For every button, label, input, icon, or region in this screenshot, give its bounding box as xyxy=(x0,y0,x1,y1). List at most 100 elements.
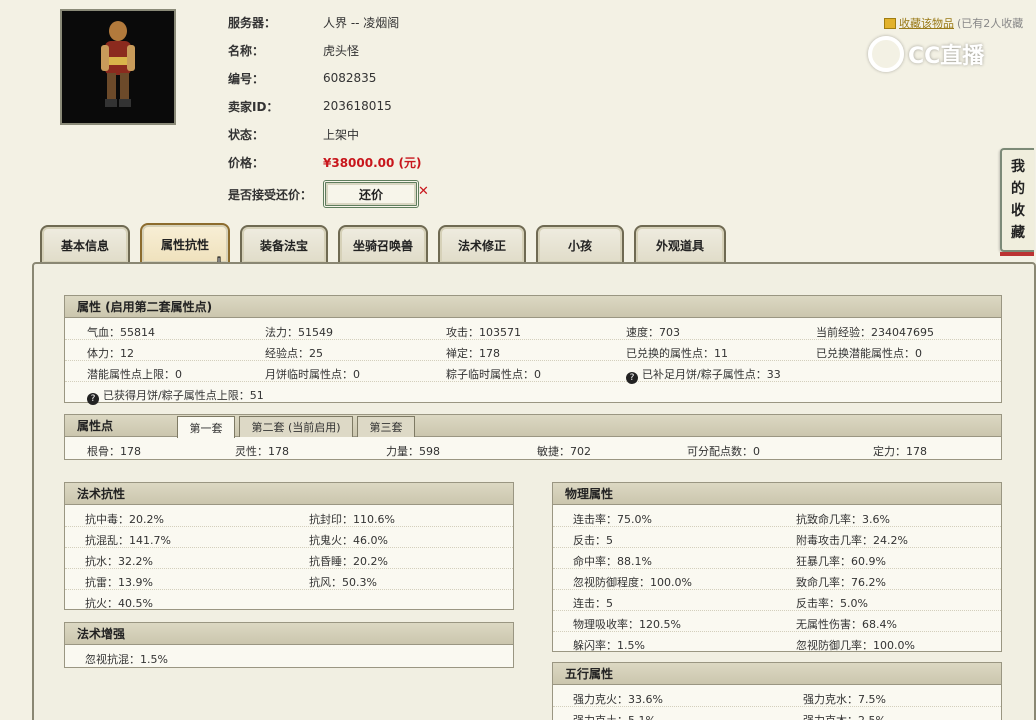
combo-rate: 连击率：75.0% xyxy=(573,513,652,526)
bargain-close-icon[interactable]: ✕ xyxy=(418,184,429,199)
status-label: 状态： xyxy=(228,127,265,142)
exp-points-value: 经验点：25 xyxy=(265,347,323,360)
bargain-button[interactable]: 还价 xyxy=(323,180,419,208)
resist-poison: 抗中毒：20.2% xyxy=(85,513,164,526)
strong-vs-fire: 强力克火：33.6% xyxy=(573,693,663,706)
help-icon[interactable]: ? xyxy=(626,372,638,384)
subtab-set-1[interactable]: 第一套 xyxy=(177,416,235,438)
potential-cap-value: 潜能属性点上限：0 xyxy=(87,368,182,381)
supplemented-points-value: 已补足月饼/粽子属性点：33 xyxy=(642,368,781,381)
physical-absorb-rate: 物理吸收率：120.5% xyxy=(573,618,681,631)
resist-wind: 抗风：50.3% xyxy=(309,576,377,589)
resist-water: 抗水：32.2% xyxy=(85,555,153,568)
status-value: 上架中 xyxy=(323,127,360,142)
help-icon[interactable]: ? xyxy=(87,393,99,405)
favorite-folder-icon xyxy=(884,17,896,29)
character-portrait xyxy=(60,9,176,125)
name-row: 名称： 虎头怪 xyxy=(228,40,359,60)
exchanged-potential-value: 已兑换潜能属性点：0 xyxy=(816,347,922,360)
resist-confusion: 抗混乱：141.7% xyxy=(85,534,171,547)
bargain-label: 是否接受还价： xyxy=(228,187,313,202)
favorite-link-text[interactable]: 收藏该物品 xyxy=(899,15,954,31)
server-label: 服务器： xyxy=(228,15,277,30)
counter: 反击：5 xyxy=(573,534,613,547)
ignore-defense-chance: 忽视防御几率：100.0% xyxy=(796,639,915,652)
hp-value: 气血：55814 xyxy=(87,326,155,339)
supplemented-points-row: ? 已补足月饼/粽子属性点：33 xyxy=(626,366,781,384)
resist-ghost-fire: 抗鬼火：46.0% xyxy=(309,534,388,547)
physical-title: 物理属性 xyxy=(553,483,1001,505)
seller-id-label: 卖家ID： xyxy=(228,99,279,114)
exchanged-points-value: 已兑换的属性点：11 xyxy=(626,347,728,360)
counter-rate: 反击率：5.0% xyxy=(796,597,868,610)
stamina-value: 体力：12 xyxy=(87,347,134,360)
spell-enhance-title: 法术增强 xyxy=(65,623,513,645)
resist-sleep: 抗昏睡：20.2% xyxy=(309,555,388,568)
current-exp-value: 当前经验：234047695 xyxy=(816,326,934,339)
character-figure-icon xyxy=(101,21,135,107)
number-row: 编号： 6082835 xyxy=(228,68,376,88)
tab-basic-info[interactable]: 基本信息 xyxy=(40,225,130,263)
focus-value: 定力：178 xyxy=(873,445,927,458)
resist-thunder: 抗雷：13.9% xyxy=(85,576,153,589)
anti-critical-chance: 抗致命几率：3.6% xyxy=(796,513,890,526)
ignore-defense-degree: 忽视防御程度：100.0% xyxy=(573,576,692,589)
server-value: 人界 -- 凌烟阁 xyxy=(323,15,400,30)
favorite-count: (已有2人收藏 xyxy=(957,17,1024,30)
agility-value: 敏捷：702 xyxy=(537,445,591,458)
rage-chance: 狂暴几率：60.9% xyxy=(796,555,886,568)
speed-value: 速度：703 xyxy=(626,326,680,339)
subtab-set-2[interactable]: 第二套 (当前启用) xyxy=(239,416,353,437)
five-elements-title: 五行属性 xyxy=(553,663,1001,685)
physical-box: 物理属性 连击率：75.0% 反击：5 命中率：88.1% 忽视防御程度：100… xyxy=(552,482,1002,652)
attack-value: 攻击：103571 xyxy=(446,326,521,339)
cc-logo-icon xyxy=(868,36,904,72)
seller-id-row: 卖家ID： 203618015 xyxy=(228,96,392,116)
seller-id-value: 203618015 xyxy=(323,99,392,113)
ignore-confusion-resist: 忽视抗混：1.5% xyxy=(85,653,168,666)
poison-attack-chance: 附毒攻击几率：24.2% xyxy=(796,534,908,547)
bargain-row: 是否接受还价： 还价 ✕ xyxy=(228,180,488,208)
attributes-panel: 属性 (启用第二套属性点) 气血：55814 法力：51549 攻击：10357… xyxy=(32,262,1036,720)
hit-rate: 命中率：88.1% xyxy=(573,555,652,568)
zongzi-temp-value: 粽子临时属性点：0 xyxy=(446,368,541,381)
tab-mount-summon[interactable]: 坐骑召唤兽 xyxy=(338,225,428,263)
critical-chance: 致命几率：76.2% xyxy=(796,576,886,589)
price-label: 价格： xyxy=(228,155,265,170)
obtained-cap-value: 已获得月饼/粽子属性点上限：51 xyxy=(103,389,264,402)
attributes-box: 属性 (启用第二套属性点) 气血：55814 法力：51549 攻击：10357… xyxy=(64,295,1002,405)
name-label: 名称： xyxy=(228,43,265,58)
side-tab-my-favorites[interactable]: 我的收藏 xyxy=(1000,148,1034,256)
number-label: 编号： xyxy=(228,71,265,86)
spell-resist-box: 法术抗性 抗中毒：20.2% 抗混乱：141.7% 抗水：32.2% 抗雷：13… xyxy=(64,482,514,610)
mp-value: 法力：51549 xyxy=(265,326,333,339)
price-value: ¥38000.00 (元) xyxy=(323,155,422,170)
watermark-text: CC直播 xyxy=(908,44,985,69)
attribute-points-box: 属性点 第一套 第二套 (当前启用) 第三套 根骨：178 灵性：178 力量：… xyxy=(64,414,1002,460)
cc-live-watermark: CC直播 xyxy=(868,36,984,72)
price-row: 价格： ¥38000.00 (元) xyxy=(228,152,422,172)
strength-value: 力量：598 xyxy=(386,445,440,458)
root-bone-value: 根骨：178 xyxy=(87,445,141,458)
number-value: 6082835 xyxy=(323,71,377,85)
resist-fire: 抗火：40.5% xyxy=(85,597,153,610)
favorite-link[interactable]: 收藏该物品 (已有2人收藏 xyxy=(884,15,1023,31)
obtained-cap-row: ? 已获得月饼/粽子属性点上限：51 xyxy=(87,387,264,405)
spell-resist-title: 法术抗性 xyxy=(65,483,513,505)
spirit-value: 灵性：178 xyxy=(235,445,289,458)
non-attribute-damage: 无属性伤害：68.4% xyxy=(796,618,897,631)
resist-seal: 抗封印：110.6% xyxy=(309,513,395,526)
tab-equipment[interactable]: 装备法宝 xyxy=(240,225,328,263)
assignable-points-value: 可分配点数：0 xyxy=(687,445,760,458)
dodge-rate: 躲闪率：1.5% xyxy=(573,639,645,652)
subtab-set-3[interactable]: 第三套 xyxy=(357,416,415,437)
combo: 连击：5 xyxy=(573,597,613,610)
strong-vs-water: 强力克水：7.5% xyxy=(803,693,886,706)
mooncake-temp-value: 月饼临时属性点：0 xyxy=(265,368,360,381)
spell-enhance-box: 法术增强 忽视抗混：1.5% xyxy=(64,622,514,668)
tab-appearance[interactable]: 外观道具 xyxy=(634,225,726,263)
strong-vs-wood: 强力克木：2.5% xyxy=(803,712,886,720)
five-elements-box: 五行属性 强力克火：33.6% 强力克土：5.1% 强力克水：7.5% 强力克木… xyxy=(552,662,1002,720)
tab-spell-correction[interactable]: 法术修正 xyxy=(438,225,526,263)
tab-child[interactable]: 小孩 xyxy=(536,225,624,263)
